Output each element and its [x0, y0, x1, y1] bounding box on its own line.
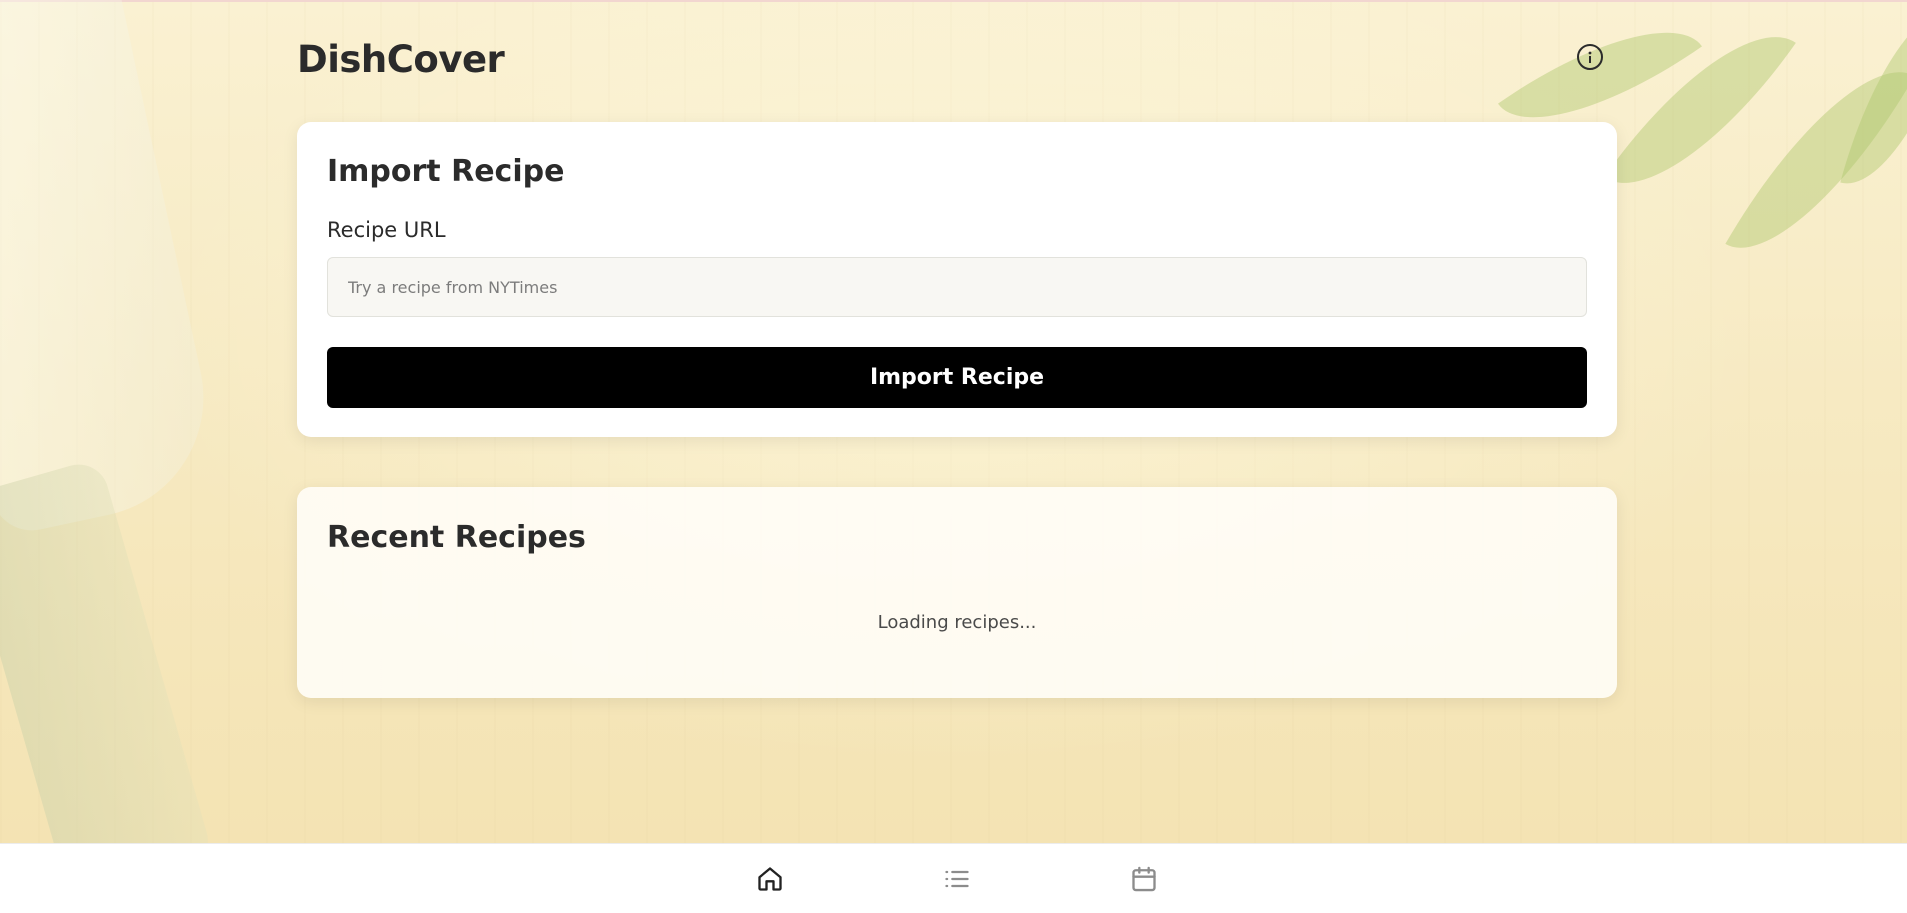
bottom-navigation	[0, 843, 1907, 913]
recent-recipes-card: Recent Recipes Loading recipes...	[297, 487, 1617, 698]
loading-status: Loading recipes...	[877, 612, 1037, 633]
import-recipe-card: Import Recipe Recipe URL Import Recipe	[297, 122, 1617, 437]
info-icon	[1588, 51, 1592, 63]
nav-list[interactable]	[942, 864, 972, 894]
recipe-url-label: Recipe URL	[327, 218, 446, 242]
home-icon	[758, 867, 782, 891]
import-recipe-button[interactable]: Import Recipe	[327, 347, 1587, 408]
top-accent-line	[0, 0, 1907, 2]
calendar-icon	[1132, 866, 1156, 892]
list-icon	[945, 870, 969, 888]
recipe-url-input[interactable]	[327, 257, 1587, 317]
knife-handle-decoration	[0, 457, 215, 843]
app-header: DishCover	[297, 30, 1617, 90]
knife-blade-decoration	[0, 0, 226, 538]
info-button[interactable]	[1577, 44, 1603, 70]
recent-recipes-title: Recent Recipes	[327, 520, 586, 555]
nav-calendar[interactable]	[1129, 864, 1159, 894]
app-logo: DishCover	[297, 38, 505, 81]
nav-home[interactable]	[755, 864, 785, 894]
import-card-title: Import Recipe	[327, 154, 565, 189]
